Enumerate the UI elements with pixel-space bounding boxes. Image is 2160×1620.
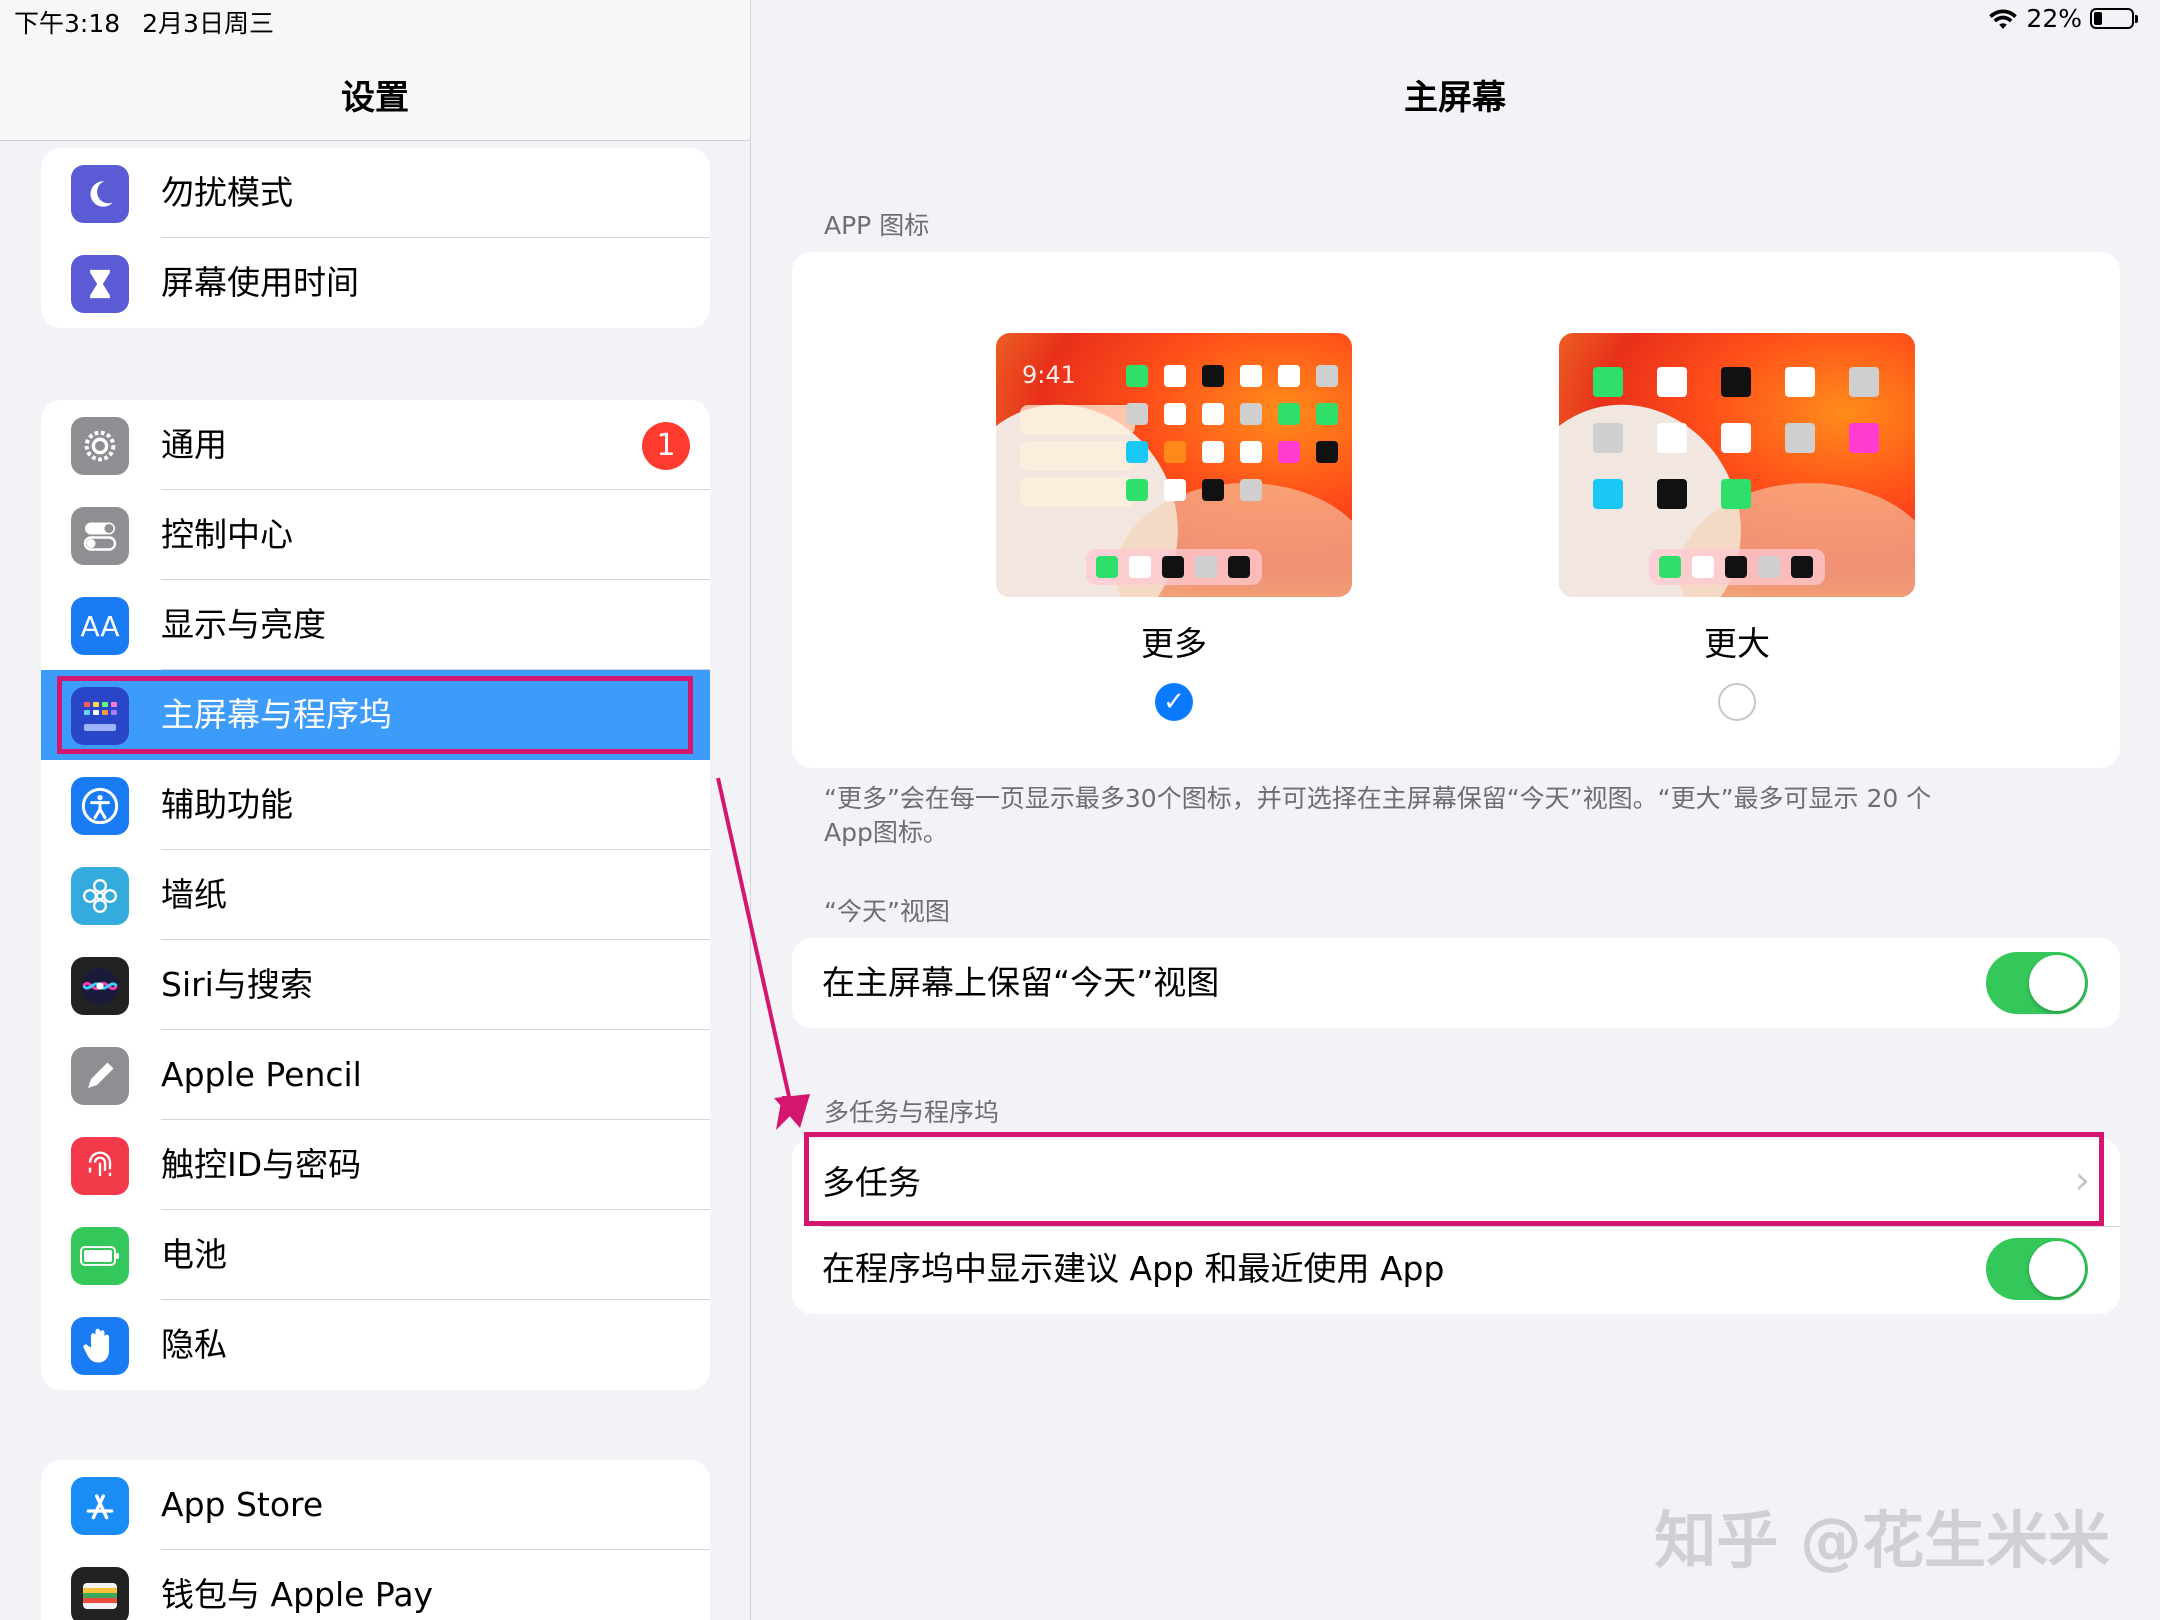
annotation-arrow: [716, 777, 810, 1130]
watermark: 知乎 @花生米米: [1654, 1504, 2110, 1577]
